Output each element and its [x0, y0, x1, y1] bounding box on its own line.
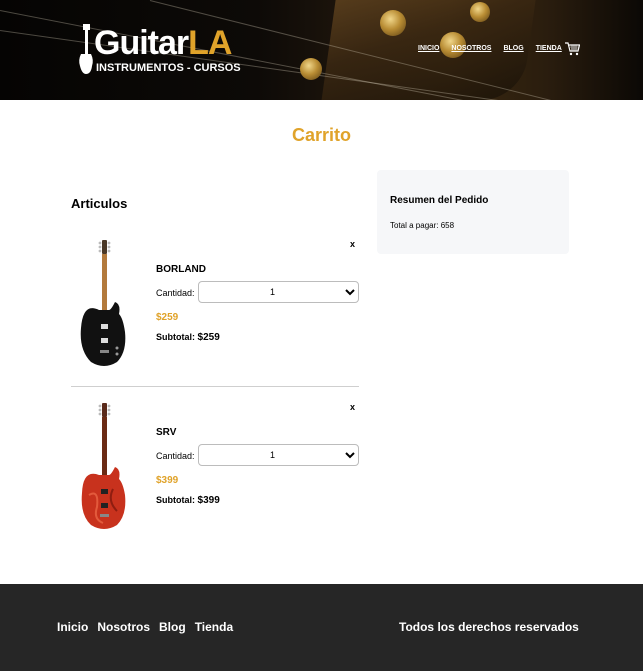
- red-electric-guitar-image: [81, 403, 126, 529]
- footer-link-inicio[interactable]: Inicio: [57, 620, 88, 634]
- logo-brand-text: GuitarLA: [94, 24, 232, 62]
- logo-tagline: INSTRUMENTOS - CURSOS: [96, 62, 241, 74]
- footer-nav: Inicio Nosotros Blog Tienda: [57, 620, 233, 634]
- nav-link-nosotros[interactable]: NOSOTROS: [451, 45, 491, 52]
- item-subtotal: Subtotal: $399: [156, 495, 220, 506]
- remove-item-button[interactable]: x: [350, 239, 355, 249]
- shopping-cart-icon[interactable]: [565, 42, 580, 56]
- cart-item: x BORLAND Cantidad: 1 $259 Subtotal: $25…: [71, 238, 359, 368]
- main-nav: INICIO NOSOTROS BLOG TIENDA: [418, 45, 562, 52]
- site-header: GuitarLA INSTRUMENTOS - CURSOS INICIO NO…: [0, 0, 643, 100]
- footer-link-tienda[interactable]: Tienda: [195, 620, 233, 634]
- subtotal-label: Subtotal:: [156, 332, 195, 342]
- item-price: $399: [156, 475, 179, 486]
- remove-item-button[interactable]: x: [350, 402, 355, 412]
- item-divider: [71, 386, 359, 387]
- quantity-select[interactable]: 1: [198, 444, 359, 466]
- footer-link-nosotros[interactable]: Nosotros: [97, 620, 150, 634]
- page-title: Carrito: [291, 125, 351, 145]
- total-value: 658: [440, 221, 455, 230]
- subtotal-value: $399: [197, 495, 220, 506]
- articles-section-title: Articulos: [71, 196, 128, 211]
- nav-link-blog[interactable]: BLOG: [503, 45, 523, 52]
- cart-item: x SRV Cantidad: 1 $399 Subtotal: $399: [71, 401, 359, 531]
- black-electric-guitar-image: [80, 240, 126, 366]
- quantity-label: Cantidad:: [156, 451, 195, 461]
- footer-link-blog[interactable]: Blog: [159, 620, 186, 634]
- guitar-logo-icon: [79, 24, 93, 74]
- order-summary-title: Resumen del Pedido: [390, 195, 489, 206]
- item-name: SRV: [156, 427, 177, 438]
- subtotal-value: $259: [197, 332, 220, 343]
- item-name: BORLAND: [156, 264, 206, 275]
- item-price: $259: [156, 312, 179, 323]
- tuning-peg-decoration: [380, 10, 406, 36]
- quantity-select[interactable]: 1: [198, 281, 359, 303]
- subtotal-label: Subtotal:: [156, 495, 195, 505]
- order-summary: Resumen del Pedido Total a pagar: 658: [377, 170, 569, 254]
- nav-link-inicio[interactable]: INICIO: [418, 45, 439, 52]
- item-subtotal: Subtotal: $259: [156, 332, 220, 343]
- tuning-peg-decoration: [470, 2, 490, 22]
- tuning-peg-decoration: [300, 58, 322, 80]
- nav-link-tienda[interactable]: TIENDA: [536, 45, 562, 52]
- total-label: Total a pagar:: [390, 221, 439, 230]
- site-logo[interactable]: GuitarLA INSTRUMENTOS - CURSOS: [78, 22, 248, 77]
- copyright-text: Todos los derechos reservados: [399, 620, 579, 634]
- site-footer: Inicio Nosotros Blog Tienda Todos los de…: [0, 584, 643, 671]
- order-total: Total a pagar: 658: [390, 221, 454, 230]
- quantity-label: Cantidad:: [156, 288, 195, 298]
